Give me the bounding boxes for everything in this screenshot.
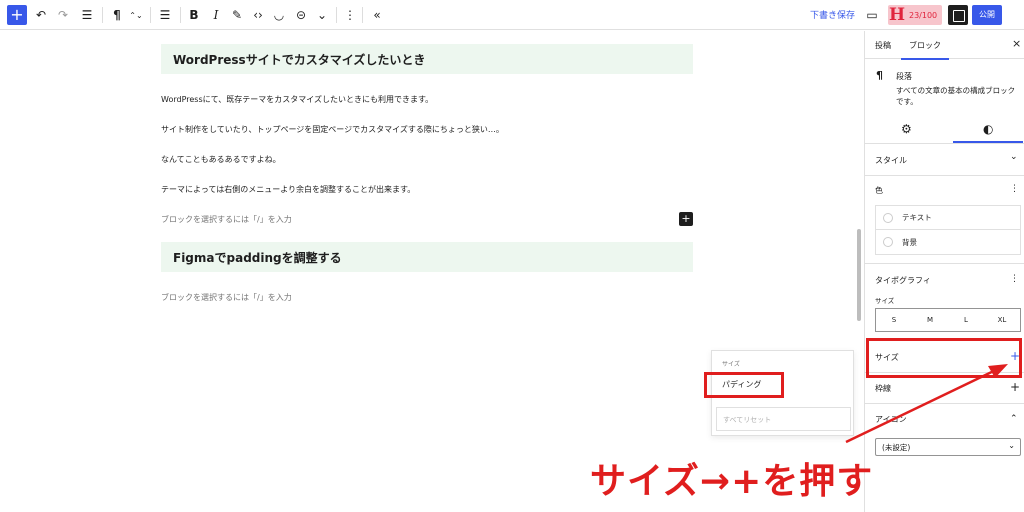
paragraph-block-icon: ¶ bbox=[876, 69, 883, 82]
block-inserter-button[interactable]: + bbox=[679, 212, 693, 226]
options-icon[interactable]: ⋮ bbox=[344, 5, 356, 25]
icon-panel-label[interactable]: アイコン bbox=[875, 414, 907, 425]
link-icon[interactable]: ⊝ bbox=[294, 5, 308, 25]
bold-button[interactable]: B bbox=[188, 5, 200, 25]
add-border-button[interactable]: + bbox=[1010, 380, 1020, 394]
dropdown-heading: サイズ bbox=[722, 361, 740, 368]
paragraph-block[interactable]: サイト制作をしていたり、トップページを固定ページでカスタマイズする際にちょっと狭… bbox=[161, 124, 504, 135]
block-placeholder[interactable]: ブロックを選択するには「/」を入力 bbox=[161, 292, 292, 303]
tab-block[interactable]: ブロック bbox=[901, 40, 949, 60]
panel-divider bbox=[865, 175, 1024, 176]
move-icon[interactable]: ⌃⌄ bbox=[129, 5, 142, 25]
font-size-label: サイズ bbox=[875, 297, 895, 305]
paragraph-block[interactable]: なんてこともあるあるですよね。 bbox=[161, 154, 281, 165]
chevron-down-icon[interactable]: ⌄ bbox=[316, 5, 328, 25]
color-options-icon[interactable]: ⋮ bbox=[1010, 184, 1019, 194]
font-size-xl[interactable]: XL bbox=[984, 309, 1020, 331]
heading-block[interactable]: WordPressサイトでカスタマイズしたいとき bbox=[161, 44, 693, 74]
icon-select[interactable]: (未設定) ⌄ bbox=[875, 438, 1021, 456]
redo-icon[interactable]: ↷ bbox=[56, 5, 70, 25]
tab-post[interactable]: 投稿 bbox=[875, 40, 891, 51]
size-highlight-box bbox=[866, 338, 1022, 378]
border-panel-label: 枠線 bbox=[875, 384, 891, 393]
font-size-toggle: S M L XL bbox=[875, 308, 1021, 332]
preview-icon[interactable]: ▭ bbox=[864, 5, 880, 25]
undo-icon[interactable]: ↶ bbox=[34, 5, 48, 25]
toolbar-divider bbox=[150, 7, 151, 23]
annotation-label: サイズ→+を押す bbox=[590, 461, 874, 502]
toolbar-divider bbox=[362, 7, 363, 23]
align-icon[interactable]: ☰ bbox=[158, 5, 172, 25]
color-text-label: テキスト bbox=[902, 213, 932, 222]
h-logo-icon: H bbox=[888, 5, 906, 25]
color-panel-label: 色 bbox=[875, 186, 883, 195]
h-plugin-badge[interactable]: H 23/100 bbox=[888, 5, 942, 25]
gear-icon[interactable]: ⚙ bbox=[901, 122, 912, 136]
code-icon[interactable]: ‹› bbox=[250, 5, 266, 25]
toolbar-divider bbox=[102, 7, 103, 23]
settings-panel-toggle-icon[interactable] bbox=[948, 5, 968, 25]
editor-scrollbar[interactable] bbox=[857, 229, 861, 321]
highlight-icon[interactable]: ✎ bbox=[230, 5, 244, 25]
paragraph-block[interactable]: テーマによっては右側のメニューより余白を調整することが出来ます。 bbox=[161, 184, 415, 195]
styles-icon[interactable]: ◐ bbox=[951, 122, 1024, 143]
panel-divider bbox=[865, 403, 1024, 404]
add-block-button[interactable]: + bbox=[7, 5, 27, 25]
collapse-icon[interactable]: « bbox=[370, 5, 384, 25]
color-settings-group: テキスト 背景 bbox=[875, 205, 1021, 255]
chevron-down-icon[interactable]: ⌄ bbox=[1010, 152, 1018, 162]
typography-options-icon[interactable]: ⋮ bbox=[1010, 274, 1019, 284]
color-background-option[interactable]: 背景 bbox=[876, 230, 1020, 254]
save-draft-button[interactable]: 下書き保存 bbox=[810, 8, 855, 21]
padding-highlight-box bbox=[704, 372, 784, 398]
color-swatch-icon bbox=[883, 237, 893, 247]
toolbar-divider bbox=[180, 7, 181, 23]
chevron-down-icon: ⌄ bbox=[1008, 441, 1015, 450]
color-text-option[interactable]: テキスト bbox=[876, 206, 1020, 230]
emoji-icon[interactable]: ◡ bbox=[272, 5, 286, 25]
editor-toolbar: + ↶ ↷ ☰ ¶ ⌃⌄ ☰ B I ✎ ‹› ◡ ⊝ ⌄ ⋮ « 下書き保存 … bbox=[0, 0, 1024, 30]
icon-select-value: (未設定) bbox=[882, 443, 911, 452]
typography-panel-label: タイポグラフィ bbox=[875, 276, 931, 285]
block-title: 段落 bbox=[896, 72, 912, 81]
h-count: 23/100 bbox=[909, 10, 938, 20]
publish-button[interactable]: 公開 bbox=[972, 5, 1002, 25]
panel-divider bbox=[865, 263, 1024, 264]
color-swatch-icon bbox=[883, 212, 893, 223]
font-size-m[interactable]: M bbox=[912, 309, 948, 331]
font-size-l[interactable]: L bbox=[948, 309, 984, 331]
reset-all-button[interactable]: すべてリセット bbox=[716, 407, 851, 431]
italic-button[interactable]: I bbox=[210, 5, 222, 25]
block-description: すべての文章の基本の構成ブロックです。 bbox=[896, 86, 1016, 106]
close-icon[interactable]: × bbox=[1012, 37, 1021, 50]
style-panel-label[interactable]: スタイル bbox=[875, 155, 907, 166]
chevron-up-icon[interactable]: ⌃ bbox=[1010, 414, 1018, 424]
block-inspector-tabs: ⚙ ◐ bbox=[865, 114, 1024, 144]
heading-block[interactable]: Figmaでpaddingを調整する bbox=[161, 242, 693, 272]
list-view-icon[interactable]: ☰ bbox=[80, 5, 94, 25]
block-placeholder[interactable]: ブロックを選択するには「/」を入力 bbox=[161, 214, 292, 225]
font-size-s[interactable]: S bbox=[876, 309, 912, 331]
paragraph-block[interactable]: WordPressにて、既存テーマをカスタマイズしたいときにも利用できます。 bbox=[161, 94, 433, 105]
settings-sidebar: 投稿 ブロック × ¶ 段落 すべての文章の基本の構成ブロックです。 ⚙ ◐ ス… bbox=[864, 31, 1024, 512]
sidebar-tabs: 投稿 ブロック × bbox=[865, 31, 1024, 60]
paragraph-icon[interactable]: ¶ bbox=[110, 5, 124, 25]
color-background-label: 背景 bbox=[902, 237, 917, 247]
toolbar-divider bbox=[336, 7, 337, 23]
editor-canvas: WordPressサイトでカスタマイズしたいとき WordPressにて、既存テ… bbox=[0, 31, 864, 512]
